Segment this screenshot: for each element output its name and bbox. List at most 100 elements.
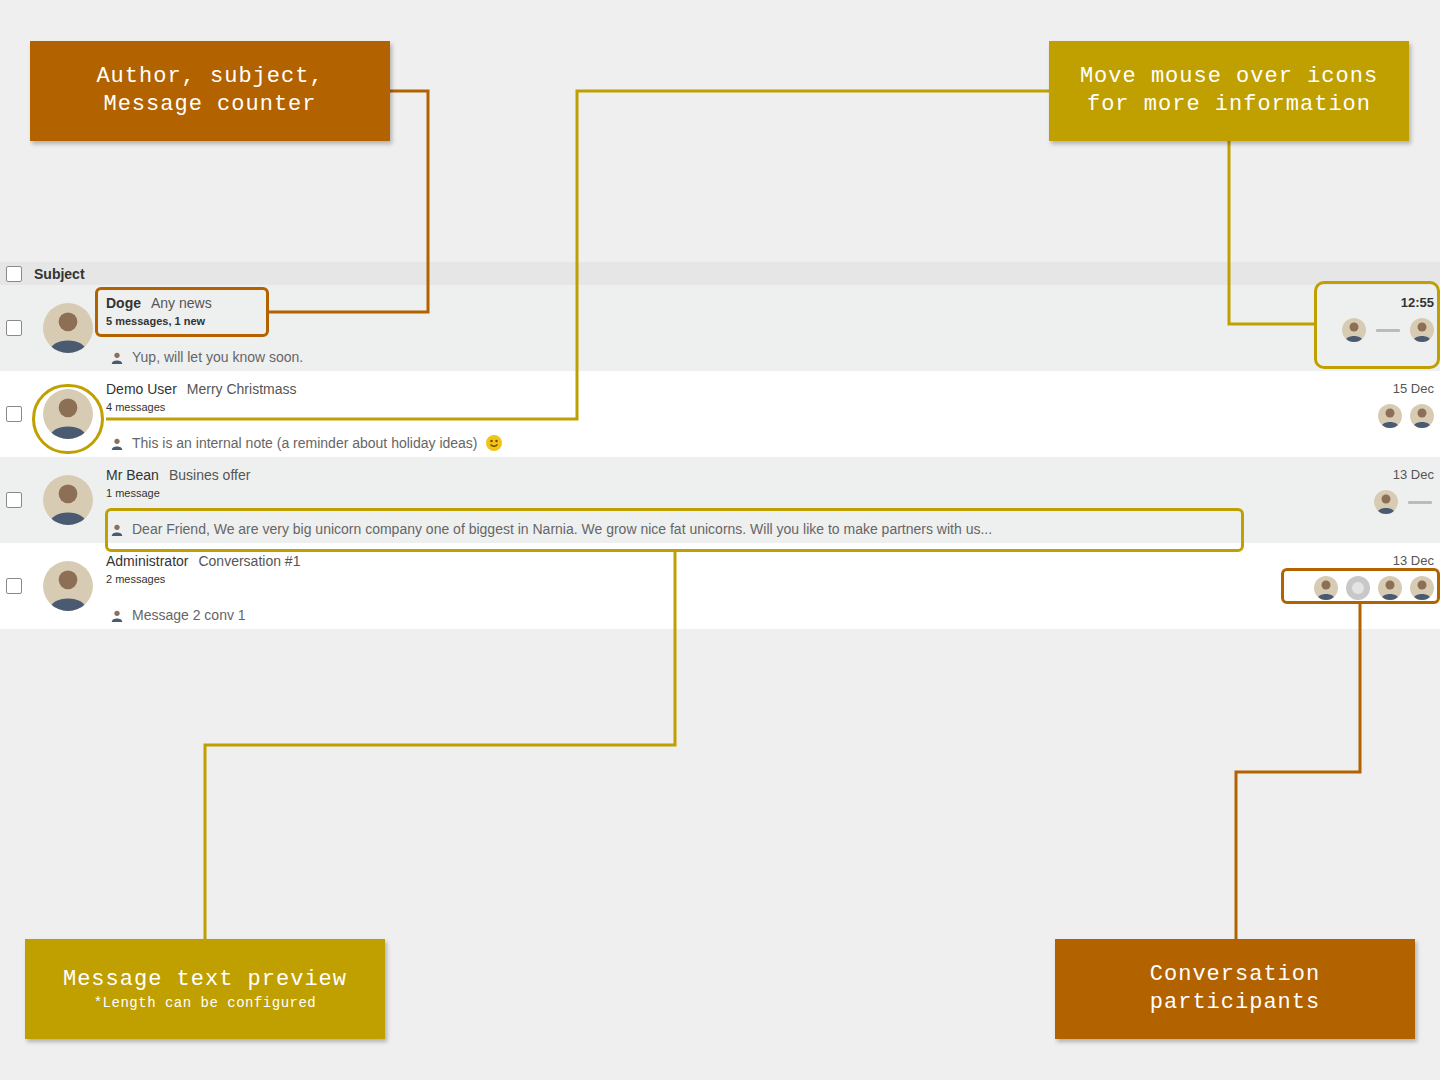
conversation-summary: Doge Any news 5 messages, 1 new Yup, will l… xyxy=(106,285,1342,371)
person-icon xyxy=(1410,318,1434,342)
person-icon xyxy=(1410,404,1434,428)
person-icon xyxy=(110,349,124,365)
participant-avatar[interactable] xyxy=(1342,318,1366,342)
participant-avatar[interactable] xyxy=(1374,490,1398,514)
conversation-meta: 12:55 xyxy=(1342,285,1440,371)
subject-column-label[interactable]: Subject xyxy=(34,265,85,283)
participant-placeholder[interactable] xyxy=(1346,576,1370,600)
participants-highlight xyxy=(1281,568,1440,604)
person-icon xyxy=(110,607,124,623)
date: 12:55 xyxy=(1401,295,1434,311)
checkbox[interactable] xyxy=(6,492,22,508)
logo-mark xyxy=(1408,501,1432,504)
conversation-meta: 13 Dec xyxy=(1314,543,1440,629)
author-subject-line: Mr Bean Busines offer xyxy=(106,466,1374,484)
message-counter: 2 messages xyxy=(106,572,1314,586)
subject: Conversation #1 xyxy=(198,552,300,570)
participant-avatar[interactable] xyxy=(1410,318,1434,342)
conversation-summary: Administrator Conversation #1 2 messages Me… xyxy=(106,543,1314,629)
message-counter: 4 messages xyxy=(106,400,1378,414)
checkbox[interactable] xyxy=(6,320,22,336)
callout-line: Message counter xyxy=(103,91,316,119)
callout-line: Move mouse over icons xyxy=(1080,63,1378,91)
message-preview: Yup, will let you know soon. xyxy=(106,347,1342,367)
callout-line: Message text preview xyxy=(63,966,347,994)
participant-avatar[interactable] xyxy=(1378,404,1402,428)
sender-avatar-icon xyxy=(110,521,124,537)
checkbox[interactable] xyxy=(6,578,22,594)
author-name: Mr Bean xyxy=(106,466,159,484)
author-avatar xyxy=(43,475,93,525)
smile-icon xyxy=(486,435,502,451)
message-counter: 1 message xyxy=(106,486,1374,500)
conversation-meta: 13 Dec xyxy=(1374,457,1440,543)
conversation-summary: Demo User Merry Christmass 4 messages This … xyxy=(106,371,1378,457)
checkbox[interactable] xyxy=(6,406,22,422)
participant-logo[interactable] xyxy=(1406,490,1434,514)
preview-text: Yup, will let you know soon. xyxy=(132,347,303,367)
message-preview: Dear Friend, We are very big unicorn com… xyxy=(106,519,1374,539)
sender-avatar-icon xyxy=(110,349,124,365)
participants xyxy=(1314,576,1434,600)
participants xyxy=(1374,490,1434,514)
author-highlight xyxy=(95,287,269,337)
sender-avatar-icon xyxy=(110,435,124,451)
conversation-summary: Mr Bean Busines offer 1 message Dear Friend… xyxy=(106,457,1374,543)
date: 13 Dec xyxy=(1393,467,1434,483)
participants xyxy=(1342,318,1434,342)
participant-logo[interactable] xyxy=(1374,318,1402,342)
person-icon xyxy=(43,389,93,439)
person-icon xyxy=(43,475,93,525)
logo-mark xyxy=(1376,329,1400,332)
person-icon xyxy=(1378,576,1402,600)
conversation-row[interactable]: Demo User Merry Christmass 4 messages This … xyxy=(0,371,1440,457)
callout-line: Conversation xyxy=(1150,961,1320,989)
preview-text: Message 2 conv 1 xyxy=(132,605,246,625)
list-header: Subject xyxy=(0,262,1440,285)
placeholder-mark xyxy=(1352,582,1364,594)
callout-line: for more information xyxy=(1087,91,1371,119)
subject: Any news xyxy=(151,294,212,312)
callout: Move mouse over iconsfor more informatio… xyxy=(1049,41,1409,141)
conversation-row[interactable]: Mr Bean Busines offer 1 message Dear Friend… xyxy=(0,457,1440,543)
person-icon xyxy=(43,561,93,611)
subject: Busines offer xyxy=(169,466,250,484)
checkbox[interactable] xyxy=(6,266,22,282)
date: 15 Dec xyxy=(1393,381,1434,397)
participants xyxy=(1378,404,1434,428)
callout: Author, subject,Message counter xyxy=(30,41,390,141)
conversation-row[interactable]: Doge Any news 5 messages, 1 new Yup, will l… xyxy=(0,285,1440,371)
author-name: Doge xyxy=(106,294,141,312)
author-name: Demo User xyxy=(106,380,177,398)
author-subject-line: Doge Any news xyxy=(106,294,1342,312)
person-icon xyxy=(1314,576,1338,600)
author-avatar xyxy=(43,389,93,439)
conversation-row[interactable]: Administrator Conversation #1 2 messages Me… xyxy=(0,543,1440,629)
sender-avatar-icon xyxy=(110,607,124,623)
page: Subject Doge Any news 5 messages, 1 new Yup,… xyxy=(0,0,1440,1080)
message-preview: Message 2 conv 1 xyxy=(106,605,1314,625)
connector-lines xyxy=(0,0,1440,1080)
participant-avatar[interactable] xyxy=(1314,576,1338,600)
message-counter: 5 messages, 1 new xyxy=(106,314,1342,328)
participant-avatar[interactable] xyxy=(1410,576,1434,600)
person-icon xyxy=(1374,490,1398,514)
person-icon xyxy=(1378,404,1402,428)
preview-text: Dear Friend, We are very big unicorn com… xyxy=(132,519,992,539)
person-icon xyxy=(1410,576,1434,600)
person-icon xyxy=(1342,318,1366,342)
author-name: Administrator xyxy=(106,552,188,570)
subject: Merry Christmass xyxy=(187,380,297,398)
callout-note: *Length can be configured xyxy=(94,994,317,1012)
participant-avatar[interactable] xyxy=(1378,576,1402,600)
callout: Message text preview*Length can be confi… xyxy=(25,939,385,1039)
callout: Conversationparticipants xyxy=(1055,939,1415,1039)
author-subject-line: Administrator Conversation #1 xyxy=(106,552,1314,570)
participant-avatar[interactable] xyxy=(1410,404,1434,428)
callout-line: Author, subject, xyxy=(96,63,323,91)
smiley-icon xyxy=(486,435,502,451)
callout-line: participants xyxy=(1150,989,1320,1017)
preview-text: This is an internal note (a reminder abo… xyxy=(132,433,478,453)
preview-highlight xyxy=(105,508,1244,552)
person-icon xyxy=(110,521,124,537)
